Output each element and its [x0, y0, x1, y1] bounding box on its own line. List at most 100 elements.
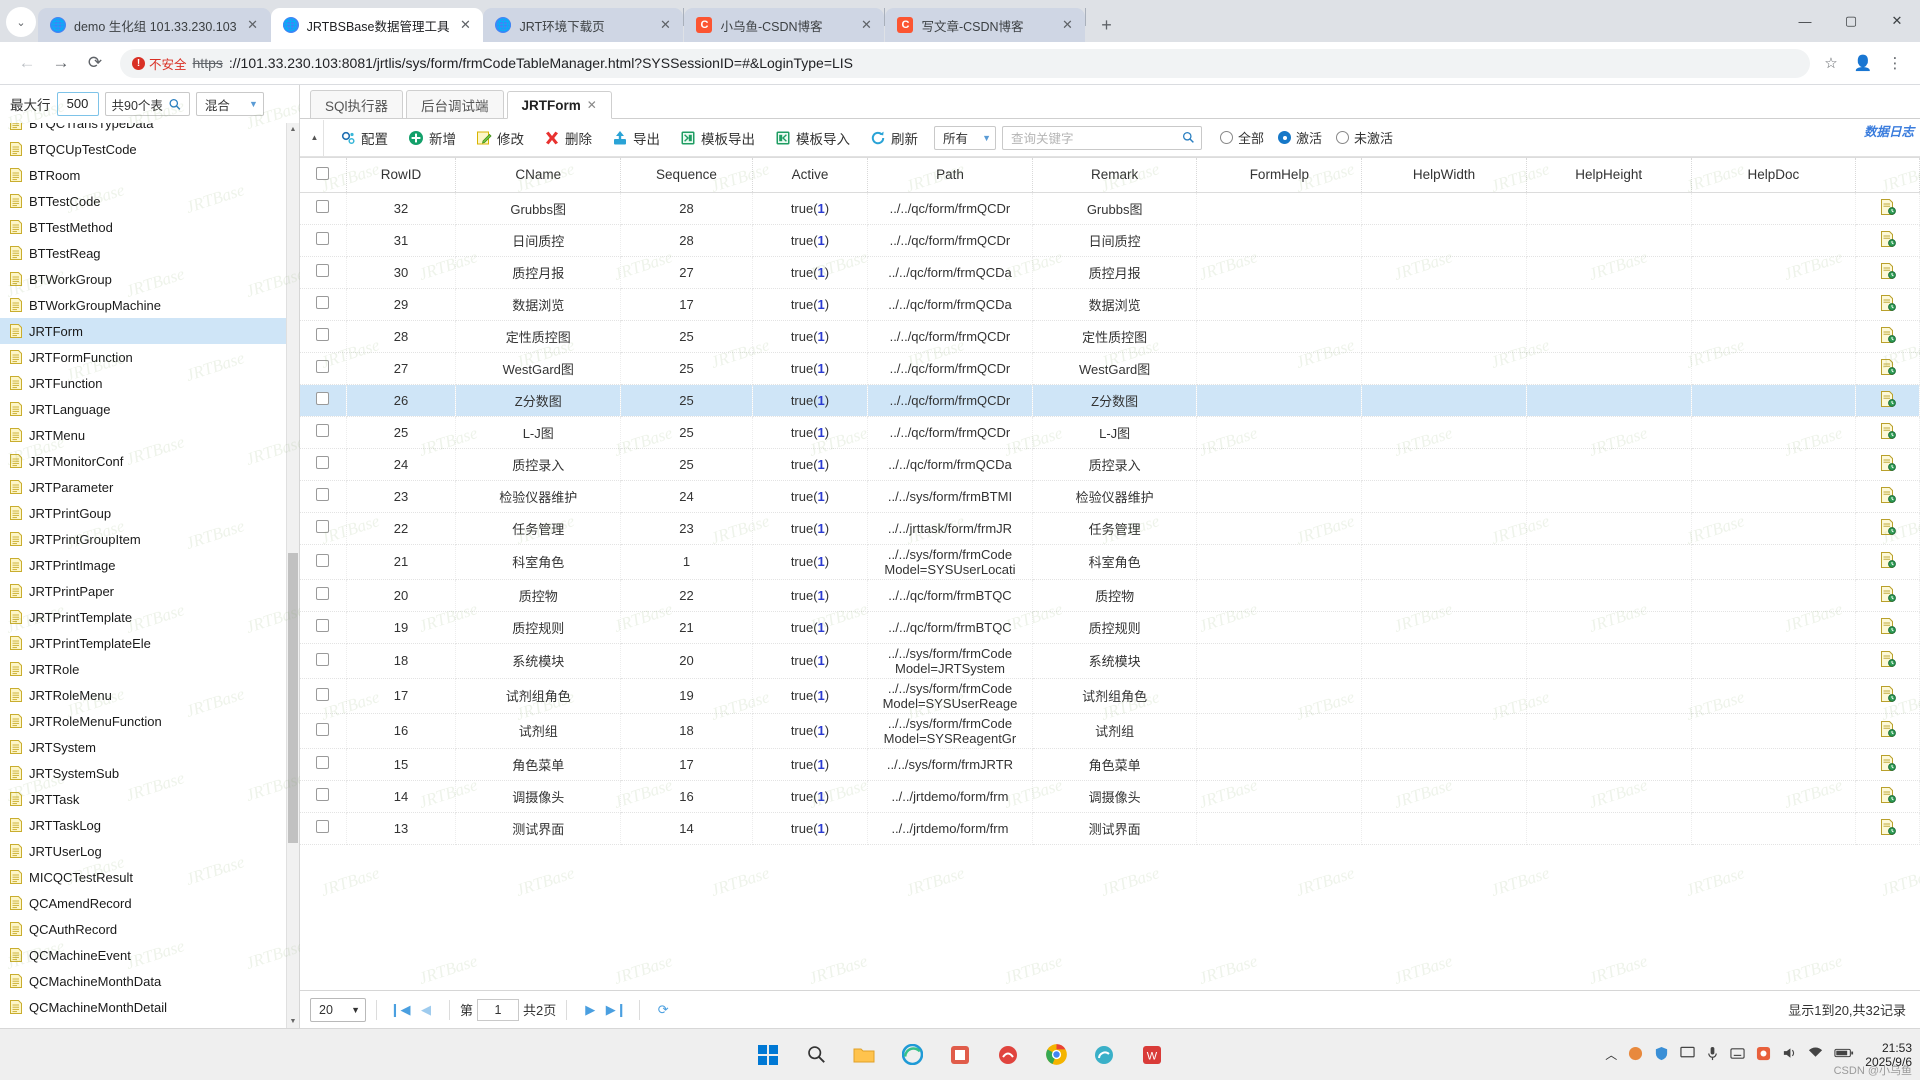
close-icon[interactable]: ✕	[587, 98, 597, 112]
search-icon[interactable]	[1182, 131, 1195, 144]
row-action-doc-clock-icon[interactable]	[1855, 384, 1920, 417]
chevron-up-icon[interactable]: ︿	[1605, 1046, 1617, 1063]
close-icon[interactable]: ✕	[245, 17, 261, 33]
table-list-item[interactable]: JRTFunction	[0, 370, 299, 396]
close-icon[interactable]: ✕	[858, 17, 874, 33]
table-row[interactable]: 32 Grubbs图 28 true(1) ../../qc/form/frmQCDr G…	[300, 192, 1920, 225]
table-list-item[interactable]: QCAmendRecord	[0, 890, 299, 916]
reload-icon[interactable]: ⟳	[78, 46, 112, 80]
tab-jrtform[interactable]: JRTForm ✕	[506, 91, 612, 119]
row-checkbox[interactable]	[316, 553, 330, 567]
file-explorer-icon[interactable]	[847, 1038, 881, 1072]
table-list-item[interactable]: JRTMenu	[0, 422, 299, 448]
radio-active[interactable]: 激活	[1278, 128, 1322, 147]
close-icon[interactable]: ✕	[657, 17, 673, 33]
table-row[interactable]: 22 任务管理 23 true(1) ../../jrttask/form/frmJR 任…	[300, 512, 1920, 545]
refresh-button[interactable]: 刷新	[860, 123, 928, 153]
column-header-rowid[interactable]: RowID	[346, 158, 457, 193]
chrome-icon[interactable]	[1039, 1038, 1073, 1072]
row-select-cell[interactable]	[300, 416, 347, 449]
table-list-item[interactable]: QCMachineMonthDetail	[0, 994, 299, 1020]
row-checkbox[interactable]	[316, 520, 330, 533]
table-list-item[interactable]: BTTestMethod	[0, 214, 299, 240]
app2-icon[interactable]	[991, 1038, 1025, 1072]
start-icon[interactable]	[751, 1038, 785, 1072]
column-header-active[interactable]: Active	[752, 158, 869, 193]
shield-icon[interactable]	[1654, 1046, 1669, 1064]
table-list-item[interactable]: JRTSystem	[0, 734, 299, 760]
volume-icon[interactable]	[1782, 1046, 1797, 1063]
row-action-doc-clock-icon[interactable]	[1855, 780, 1920, 813]
row-checkbox[interactable]	[316, 456, 330, 469]
row-checkbox[interactable]	[316, 788, 330, 801]
scope-select[interactable]: 所有 ▼	[934, 125, 996, 150]
table-row[interactable]: 16 试剂组 18 true(1) ../../sys/form/frmCode Mode…	[300, 713, 1920, 749]
row-action-doc-clock-icon[interactable]	[1855, 512, 1920, 545]
table-list-item[interactable]: BTTestReag	[0, 240, 299, 266]
forward-icon[interactable]: →	[44, 46, 78, 80]
close-icon[interactable]: ✕	[457, 17, 473, 33]
table-list-item[interactable]: JRTRole	[0, 656, 299, 682]
column-header-path[interactable]: Path	[867, 158, 1033, 193]
table-list-item[interactable]: BTTestCode	[0, 188, 299, 214]
table-list-item[interactable]: JRTMonitorConf	[0, 448, 299, 474]
column-header-helpdoc[interactable]: HelpDoc	[1691, 158, 1857, 193]
row-checkbox[interactable]	[316, 587, 330, 600]
row-action-doc-clock-icon[interactable]	[1855, 579, 1920, 612]
last-page-icon[interactable]: ▶❙	[603, 998, 629, 1022]
row-checkbox[interactable]	[316, 687, 330, 701]
app3-icon[interactable]	[1087, 1038, 1121, 1072]
close-icon[interactable]: ✕	[1059, 17, 1075, 33]
page-size-select[interactable]: 20 ▼	[310, 997, 366, 1022]
table-row[interactable]: 21 科室角色 1 true(1) ../../sys/form/frmCode Mode…	[300, 544, 1920, 580]
table-list-item[interactable]: JRTLanguage	[0, 396, 299, 422]
row-checkbox[interactable]	[316, 652, 330, 666]
table-list-item[interactable]: QCAuthRecord	[0, 916, 299, 942]
table-list-item[interactable]: QCMachineMonthData	[0, 968, 299, 994]
tab-debug-console[interactable]: 后台调试端	[406, 90, 504, 118]
browser-tab-3[interactable]: C 小乌鱼-CSDN博客 ✕	[684, 8, 885, 42]
row-action-doc-clock-icon[interactable]	[1855, 713, 1920, 749]
edit-button[interactable]: 修改	[466, 123, 534, 153]
scrollbar-thumb[interactable]	[288, 553, 298, 843]
row-select-cell[interactable]	[300, 678, 347, 714]
first-page-icon[interactable]: ❙◀	[387, 998, 413, 1022]
table-list-item[interactable]: MICQCTestResult	[0, 864, 299, 890]
row-select-cell[interactable]	[300, 192, 347, 225]
sogou-icon[interactable]	[1756, 1046, 1771, 1064]
table-list-item[interactable]: JRTSystemSub	[0, 760, 299, 786]
network-icon[interactable]	[1808, 1046, 1823, 1063]
address-bar[interactable]: ! 不安全 https://101.33.230.103:8081/jrtlis…	[120, 48, 1810, 78]
battery-icon[interactable]	[1834, 1047, 1854, 1062]
mode-select[interactable]: 混合 ▼	[195, 92, 264, 116]
row-action-doc-clock-icon[interactable]	[1855, 812, 1920, 845]
tab-search-icon[interactable]: ⌄	[6, 7, 36, 37]
row-checkbox[interactable]	[316, 619, 330, 632]
back-icon[interactable]: ←	[10, 46, 44, 80]
minimize-button[interactable]: —	[1782, 0, 1828, 42]
table-row[interactable]: 14 调摄像头 16 true(1) ../../jrtdemo/form/frm 调摄像…	[300, 780, 1920, 813]
table-row[interactable]: 19 质控规则 21 true(1) ../../qc/form/frmBTQC 质控规则	[300, 611, 1920, 644]
search-input[interactable]: 查询关键字	[1002, 125, 1202, 150]
row-action-doc-clock-icon[interactable]	[1855, 748, 1920, 781]
row-select-cell[interactable]	[300, 320, 347, 353]
table-list-scrollbar[interactable]: ▲ ▼	[286, 123, 299, 1028]
row-checkbox[interactable]	[316, 424, 330, 437]
export-button[interactable]: 导出	[602, 123, 670, 153]
page-number-input[interactable]: 1	[477, 998, 520, 1021]
column-header-formhelp[interactable]: FormHelp	[1196, 158, 1363, 193]
column-header-helpwidth[interactable]: HelpWidth	[1361, 158, 1527, 193]
table-row[interactable]: 20 质控物 22 true(1) ../../qc/form/frmBTQC 质控物	[300, 579, 1920, 612]
template-import-button[interactable]: 模板导入	[765, 123, 860, 153]
row-checkbox[interactable]	[316, 328, 330, 341]
edge-icon[interactable]	[895, 1038, 929, 1072]
table-list-item[interactable]: BTWorkGroup	[0, 266, 299, 292]
row-select-cell[interactable]	[300, 713, 347, 749]
profile-avatar-icon[interactable]: 👤	[1848, 48, 1878, 78]
table-row[interactable]: 26 Z分数图 25 true(1) ../../qc/form/frmQCDr Z分数图	[300, 384, 1920, 417]
table-list-item[interactable]: BTQCTransTypeData	[0, 123, 299, 136]
table-list-item[interactable]: JRTPrintGoup	[0, 500, 299, 526]
table-list-item[interactable]: JRTPrintGroupItem	[0, 526, 299, 552]
app-icon[interactable]	[943, 1038, 977, 1072]
bookmark-star-icon[interactable]: ☆	[1816, 48, 1846, 78]
